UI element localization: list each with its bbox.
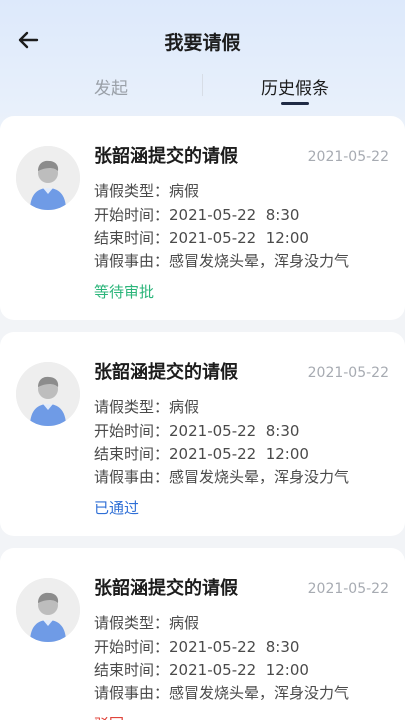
leave-type-value: 病假 — [169, 398, 200, 416]
record-date: 2021-05-22 — [307, 581, 389, 597]
avatar — [16, 362, 80, 426]
start-time-row: 开始时间：2021-05-22 8:30 — [94, 204, 299, 225]
user-avatar-icon — [16, 578, 80, 642]
start-time-label: 开始时间： — [94, 206, 170, 224]
end-time-row: 结束时间：2021-05-22 12:00 — [94, 659, 309, 680]
reason-value: 感冒发烧头晕，浑身没力气 — [169, 468, 350, 486]
leave-type-row: 请假类型：病假 — [94, 180, 199, 201]
reason-value: 感冒发烧头晕，浑身没力气 — [169, 684, 350, 702]
reason-row: 请假事由：感冒发烧头晕，浑身没力气 — [94, 682, 349, 703]
start-time-label: 开始时间： — [94, 638, 170, 656]
reason-label: 请假事由： — [94, 468, 170, 486]
record-title: 张韶涵提交的请假 — [94, 578, 238, 599]
start-time-row: 开始时间：2021-05-22 8:30 — [94, 420, 299, 441]
reason-row: 请假事由：感冒发烧头晕，浑身没力气 — [94, 466, 349, 487]
status-badge: 等待审批 — [94, 283, 155, 301]
page-title: 我要请假 — [164, 32, 241, 54]
tab-divider — [202, 74, 203, 96]
tab-launch[interactable]: 发起 — [94, 74, 128, 99]
record-date: 2021-05-22 — [307, 149, 389, 165]
start-time-value: 2021-05-22 8:30 — [169, 638, 300, 656]
end-time-value: 2021-05-22 12:00 — [169, 661, 309, 679]
reason-value: 感冒发烧头晕，浑身没力气 — [169, 252, 350, 270]
start-time-value: 2021-05-22 8:30 — [169, 206, 300, 224]
leave-record-card[interactable]: 张韶涵提交的请假 2021-05-22 请假类型：病假 开始时间：2021-05… — [0, 332, 405, 536]
leave-type-value: 病假 — [169, 182, 200, 200]
active-tab-indicator — [281, 102, 309, 105]
record-date: 2021-05-22 — [307, 365, 389, 381]
start-time-value: 2021-05-22 8:30 — [169, 422, 300, 440]
reason-row: 请假事由：感冒发烧头晕，浑身没力气 — [94, 250, 349, 271]
avatar — [16, 578, 80, 642]
leave-record-card[interactable]: 张韶涵提交的请假 2021-05-22 请假类型：病假 开始时间：2021-05… — [0, 116, 405, 320]
end-time-row: 结束时间：2021-05-22 12:00 — [94, 227, 309, 248]
app-header: 我要请假 — [0, 0, 405, 80]
reason-label: 请假事由： — [94, 684, 170, 702]
status-badge: 已通过 — [94, 499, 140, 517]
tab-bar: 发起 历史假条 — [0, 70, 405, 110]
leave-record-card[interactable]: 张韶涵提交的请假 2021-05-22 请假类型：病假 开始时间：2021-05… — [0, 548, 405, 720]
end-time-label: 结束时间： — [94, 229, 170, 247]
leave-type-value: 病假 — [169, 614, 200, 632]
start-time-label: 开始时间： — [94, 422, 170, 440]
end-time-row: 结束时间：2021-05-22 12:00 — [94, 443, 309, 464]
leave-type-label: 请假类型： — [94, 614, 170, 632]
record-title: 张韶涵提交的请假 — [94, 146, 238, 167]
end-time-label: 结束时间： — [94, 445, 170, 463]
reason-label: 请假事由： — [94, 252, 170, 270]
end-time-value: 2021-05-22 12:00 — [169, 445, 309, 463]
user-avatar-icon — [16, 146, 80, 210]
status-badge: 驳回 — [94, 713, 124, 720]
leave-type-label: 请假类型： — [94, 182, 170, 200]
avatar — [16, 146, 80, 210]
user-avatar-icon — [16, 362, 80, 426]
leave-type-row: 请假类型：病假 — [94, 396, 199, 417]
end-time-label: 结束时间： — [94, 661, 170, 679]
leave-type-row: 请假类型：病假 — [94, 612, 199, 633]
leave-type-label: 请假类型： — [94, 398, 170, 416]
tab-history[interactable]: 历史假条 — [261, 74, 329, 99]
start-time-row: 开始时间：2021-05-22 8:30 — [94, 636, 299, 657]
record-title: 张韶涵提交的请假 — [94, 362, 238, 383]
end-time-value: 2021-05-22 12:00 — [169, 229, 309, 247]
